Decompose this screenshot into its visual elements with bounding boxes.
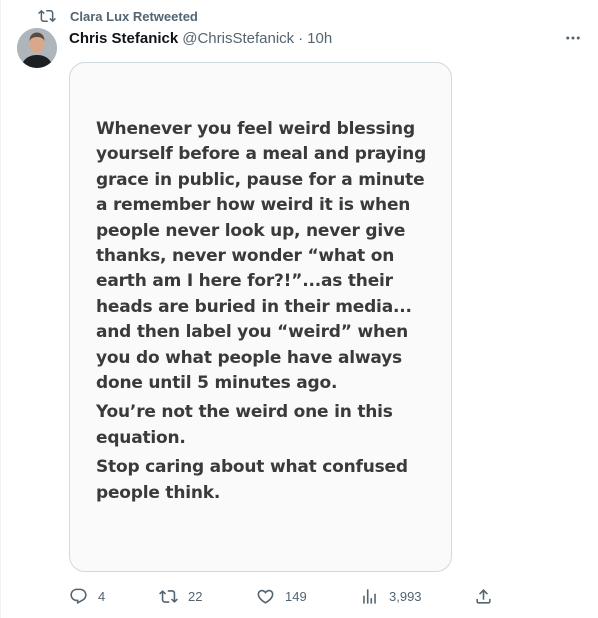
quote-paragraph: You’re not the weird one in this equatio…: [96, 402, 393, 448]
views-count: 3,993: [389, 588, 422, 604]
tweet-action-bar: 4 22 149 3,993: [69, 585, 499, 607]
retweet-banner[interactable]: Clara Lux Retweeted: [38, 7, 198, 25]
tweet-media-image[interactable]: Whenever you feel weird blessing yoursel…: [69, 62, 452, 572]
tweet-header: Chris Stefanick @ChrisStefanick · 10h: [69, 28, 332, 48]
like-count: 149: [285, 588, 307, 604]
reply-button[interactable]: 4: [69, 585, 105, 607]
retweet-icon: [38, 9, 56, 23]
more-icon: [566, 36, 580, 40]
retweet-button[interactable]: 22: [159, 585, 202, 607]
heart-icon: [257, 589, 274, 604]
reply-count: 4: [98, 588, 106, 604]
avatar-image: [17, 28, 57, 68]
avatar[interactable]: [17, 28, 57, 68]
author-handle[interactable]: @ChrisStefanick: [182, 30, 294, 47]
like-button[interactable]: 149: [256, 585, 307, 607]
tweet-timestamp[interactable]: 10h: [307, 30, 332, 47]
share-icon: [476, 588, 491, 604]
more-button[interactable]: [558, 28, 588, 48]
retweet-banner-label: Clara Lux Retweeted: [70, 8, 198, 24]
retweet-icon: [159, 589, 178, 603]
share-button[interactable]: [474, 585, 493, 607]
separator-dot: ·: [298, 29, 304, 47]
views-chart-icon: [363, 588, 376, 604]
column-border: [0, 0, 1, 618]
quote-paragraph: Whenever you feel weird blessing yoursel…: [96, 119, 427, 394]
views-button[interactable]: 3,993: [360, 585, 422, 607]
reply-icon: [70, 588, 87, 604]
quote-paragraph: Stop caring about what confused people t…: [96, 457, 408, 503]
author-name[interactable]: Chris Stefanick: [69, 30, 178, 47]
image-quote-text: Whenever you feel weird blessing yoursel…: [96, 117, 436, 510]
retweet-count: 22: [188, 588, 203, 604]
